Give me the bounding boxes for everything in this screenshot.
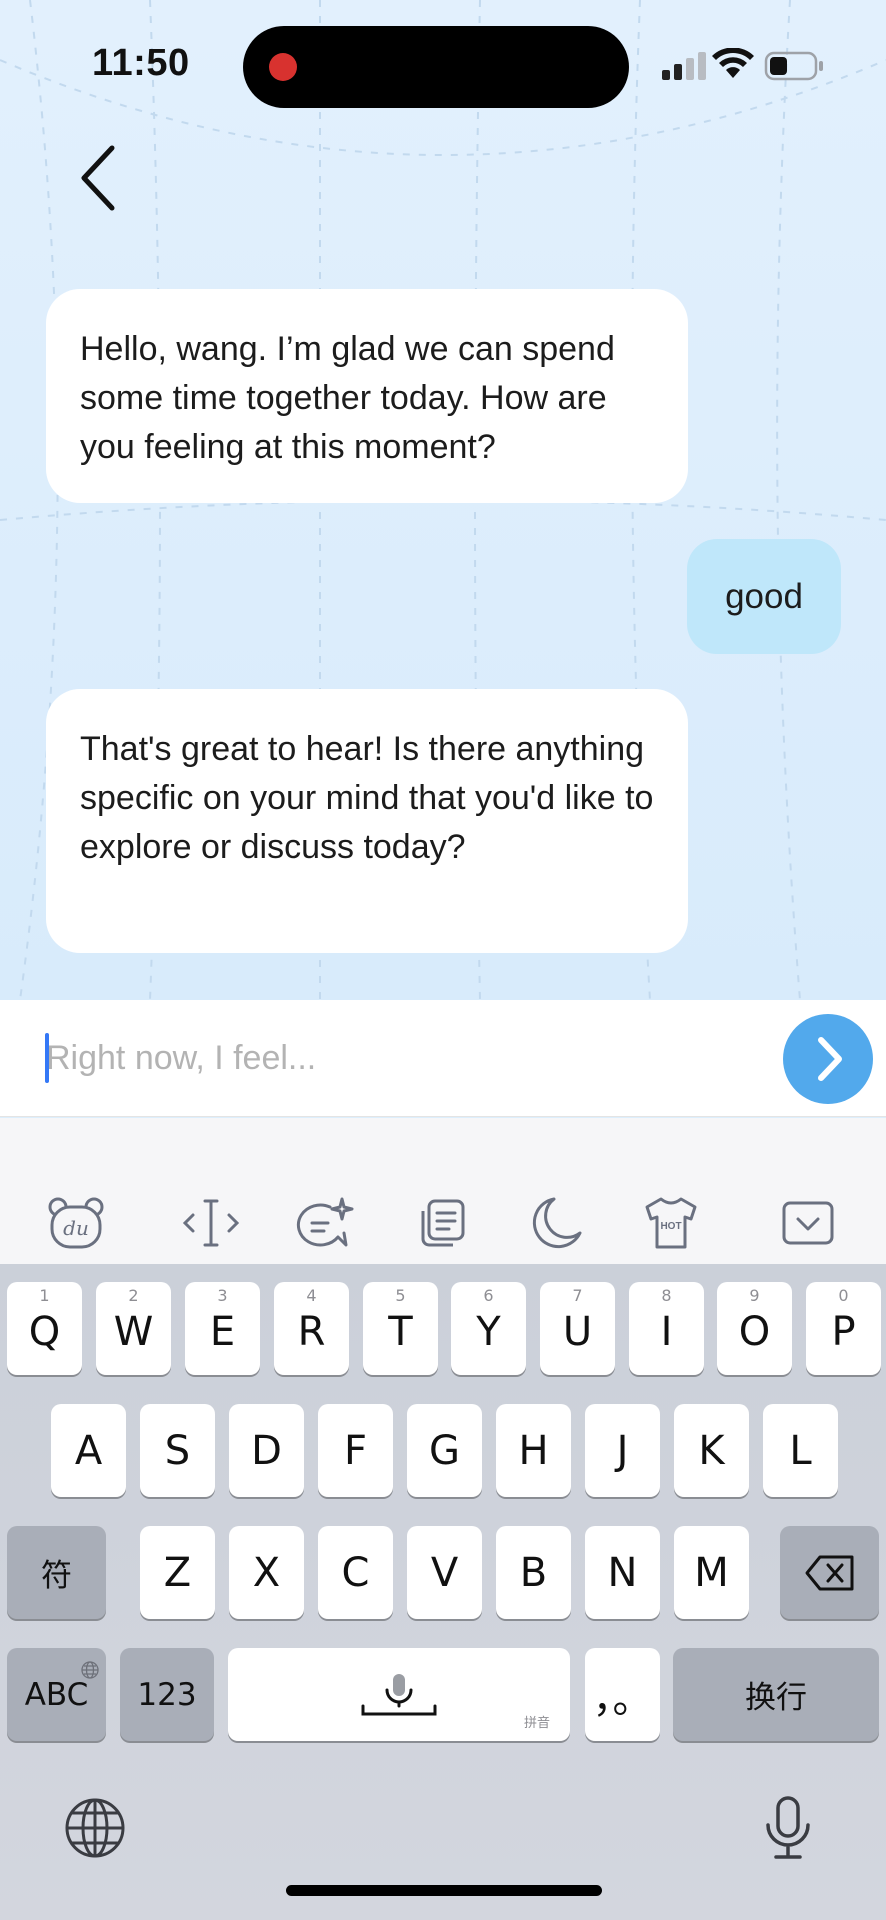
key-z[interactable]: Z bbox=[140, 1526, 215, 1619]
svg-text:HOT: HOT bbox=[660, 1221, 681, 1232]
key-j[interactable]: J bbox=[585, 1404, 660, 1497]
punctuation-key[interactable]: ，。 bbox=[585, 1648, 660, 1741]
battery-icon bbox=[764, 51, 823, 81]
key-o[interactable]: 9O bbox=[717, 1282, 792, 1375]
status-icons bbox=[660, 47, 826, 88]
svg-text:du: du bbox=[63, 1216, 89, 1240]
assistant-message: That's great to hear! Is there anything … bbox=[46, 689, 688, 953]
chevron-left-icon bbox=[81, 145, 115, 211]
home-indicator bbox=[286, 1885, 602, 1896]
moon-icon[interactable] bbox=[526, 1193, 586, 1253]
cursor-move-icon[interactable] bbox=[181, 1193, 241, 1253]
key-d[interactable]: D bbox=[229, 1404, 304, 1497]
space-key[interactable]: 拼音 bbox=[228, 1648, 570, 1741]
key-b[interactable]: B bbox=[496, 1526, 571, 1619]
status-time: 11:50 bbox=[92, 42, 190, 84]
ai-chat-icon[interactable] bbox=[296, 1193, 356, 1253]
chevron-right-icon bbox=[818, 1037, 842, 1081]
symbols-key[interactable]: 符 bbox=[7, 1526, 106, 1619]
key-x[interactable]: X bbox=[229, 1526, 304, 1619]
message-input[interactable] bbox=[46, 1028, 766, 1088]
key-a[interactable]: A bbox=[51, 1404, 126, 1497]
dynamic-island bbox=[243, 26, 629, 108]
voice-space-icon bbox=[361, 1673, 437, 1715]
key-r[interactable]: 4R bbox=[274, 1282, 349, 1375]
recording-indicator-icon bbox=[269, 53, 297, 81]
keyboard: 1Q 2W 3E 4R 5T 6Y 7U 8I 9O 0P A S D F G … bbox=[0, 1264, 886, 1920]
collapse-keyboard-icon[interactable] bbox=[778, 1193, 838, 1253]
signal-icon bbox=[662, 52, 706, 80]
wifi-icon bbox=[712, 47, 754, 78]
keyboard-toolbar: du HOT bbox=[0, 1118, 886, 1264]
key-k[interactable]: K bbox=[674, 1404, 749, 1497]
clipboard-icon[interactable] bbox=[411, 1193, 471, 1253]
text-caret bbox=[45, 1033, 49, 1083]
key-n[interactable]: N bbox=[585, 1526, 660, 1619]
delete-key[interactable] bbox=[780, 1526, 879, 1619]
backspace-icon bbox=[805, 1555, 853, 1590]
key-t[interactable]: 5T bbox=[363, 1282, 438, 1375]
globe-icon[interactable] bbox=[64, 1797, 126, 1863]
key-f[interactable]: F bbox=[318, 1404, 393, 1497]
send-button[interactable] bbox=[783, 1014, 873, 1104]
message-input-bar bbox=[0, 1000, 886, 1117]
key-v[interactable]: V bbox=[407, 1526, 482, 1619]
return-key[interactable]: 换行 bbox=[673, 1648, 879, 1741]
globe-small-icon bbox=[80, 1652, 100, 1688]
key-l[interactable]: L bbox=[763, 1404, 838, 1497]
key-m[interactable]: M bbox=[674, 1526, 749, 1619]
back-button[interactable] bbox=[72, 142, 128, 214]
key-c[interactable]: C bbox=[318, 1526, 393, 1619]
bear-logo-icon[interactable]: du bbox=[46, 1193, 106, 1253]
assistant-message: Hello, wang. I’m glad we can spend some … bbox=[46, 289, 688, 503]
key-g[interactable]: G bbox=[407, 1404, 482, 1497]
hot-shirt-icon[interactable]: HOT bbox=[641, 1193, 701, 1253]
key-s[interactable]: S bbox=[140, 1404, 215, 1497]
pinyin-label: 拼音 bbox=[523, 1716, 550, 1731]
key-h[interactable]: H bbox=[496, 1404, 571, 1497]
key-p[interactable]: 0P bbox=[806, 1282, 881, 1375]
key-i[interactable]: 8I bbox=[629, 1282, 704, 1375]
key-q[interactable]: 1Q bbox=[7, 1282, 82, 1375]
user-message: good bbox=[687, 539, 841, 654]
key-e[interactable]: 3E bbox=[185, 1282, 260, 1375]
numbers-key[interactable]: 123 bbox=[120, 1648, 214, 1741]
dictation-mic-icon[interactable] bbox=[762, 1795, 814, 1865]
key-w[interactable]: 2W bbox=[96, 1282, 171, 1375]
abc-key[interactable]: ABC bbox=[7, 1648, 106, 1741]
key-u[interactable]: 7U bbox=[540, 1282, 615, 1375]
key-y[interactable]: 6Y bbox=[451, 1282, 526, 1375]
